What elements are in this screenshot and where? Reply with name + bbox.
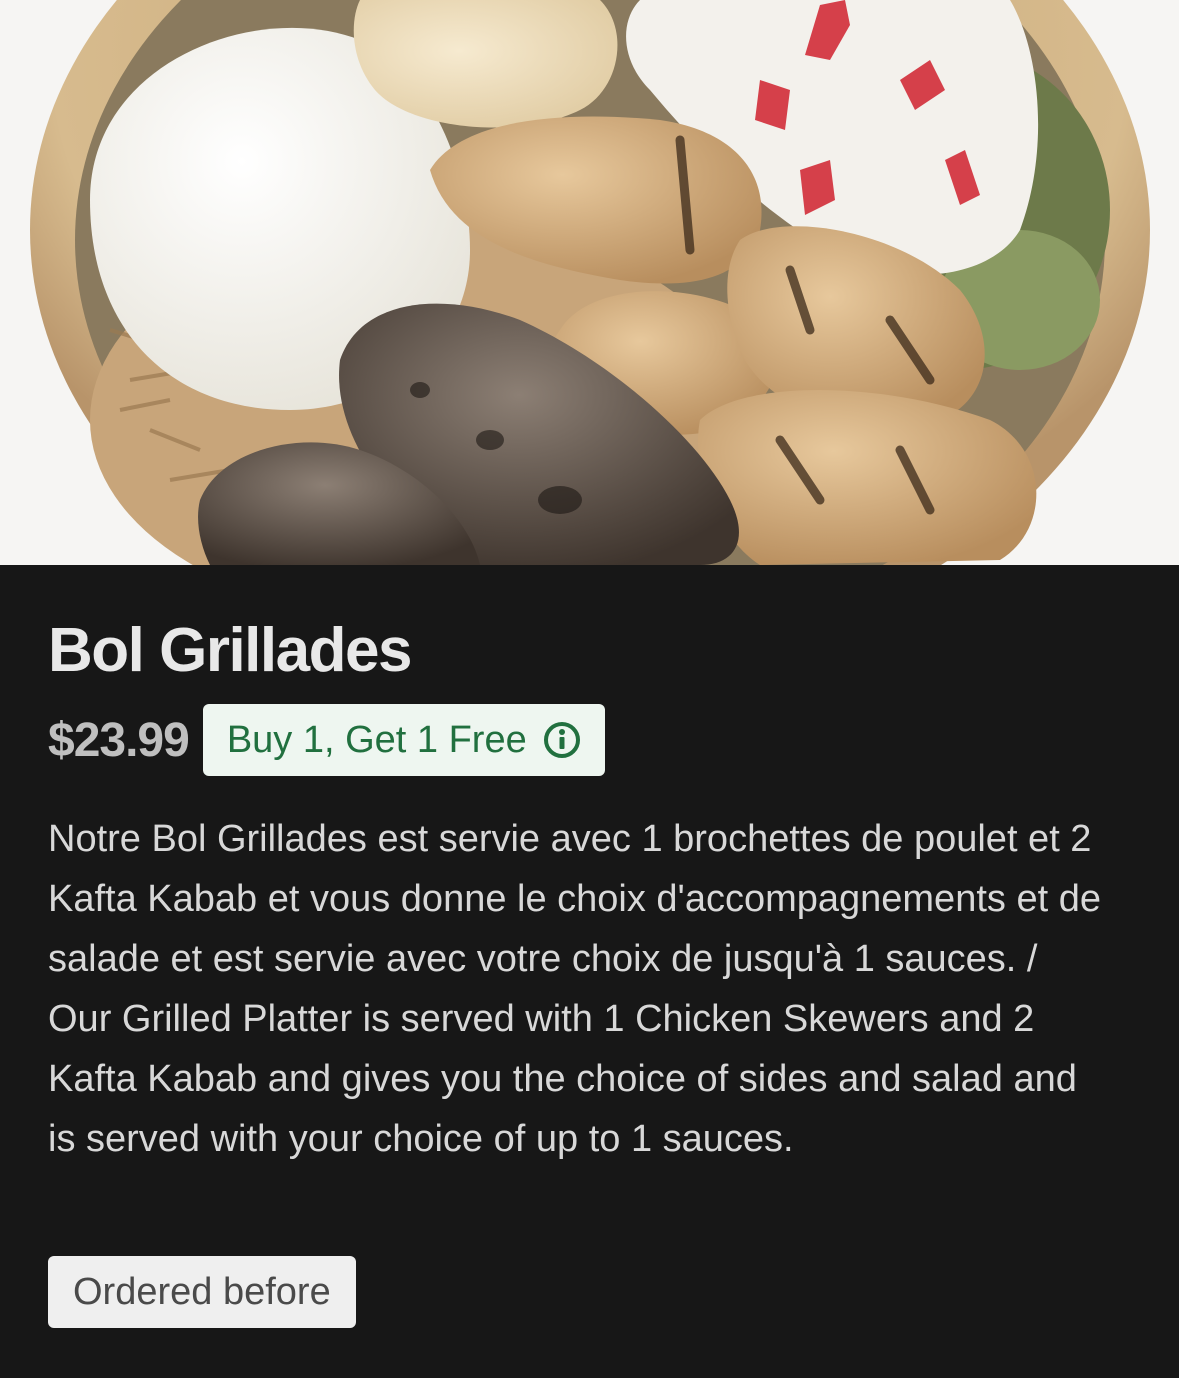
item-price: $23.99 bbox=[48, 713, 190, 767]
food-bowl-image bbox=[0, 0, 1179, 565]
promo-badge[interactable]: Buy 1, Get 1 Free bbox=[202, 704, 605, 776]
info-circle-icon[interactable] bbox=[543, 721, 581, 759]
ordered-before-badge: Ordered before bbox=[48, 1256, 356, 1328]
item-photo bbox=[0, 0, 1179, 565]
price-row: $23.99 Buy 1, Get 1 Free bbox=[48, 703, 605, 777]
item-detail-page: Bol Grillades $23.99 Buy 1, Get 1 Free N… bbox=[0, 0, 1179, 1378]
item-description: Notre Bol Grillades est servie avec 1 br… bbox=[48, 818, 1101, 1160]
promo-label: Buy 1, Get 1 Free bbox=[226, 718, 527, 761]
item-title: Bol Grillades bbox=[48, 616, 412, 685]
